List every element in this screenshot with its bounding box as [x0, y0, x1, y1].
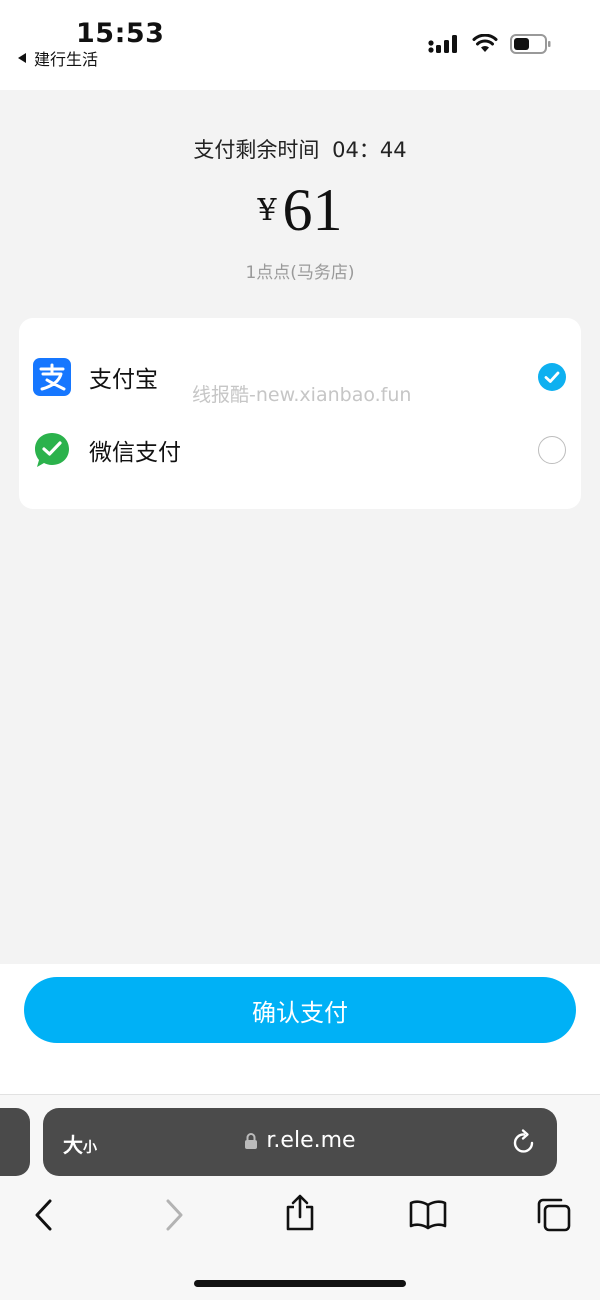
method-label: 微信支付: [89, 440, 181, 466]
merchant-name: 1点点(马务店): [245, 263, 355, 283]
wechat-pay-icon: [35, 433, 69, 467]
url-text: r.ele.me: [266, 1128, 356, 1153]
watermark: 线报酷-new.xianbao.fun: [192, 384, 412, 406]
countdown-label: 支付剩余时间: [193, 138, 320, 162]
status-bar: 15:53 建行生活: [0, 0, 600, 90]
tabs-icon[interactable]: [536, 1197, 572, 1233]
payment-methods-card: 支付宝 微信支付: [19, 318, 581, 509]
amount-value: 61: [282, 177, 343, 243]
lock-icon: [245, 1132, 258, 1149]
share-icon[interactable]: [282, 1193, 318, 1233]
action-area: 确认支付: [0, 964, 600, 1094]
status-time: 15:53: [76, 18, 165, 49]
home-indicator[interactable]: [194, 1280, 406, 1287]
back-arrow-icon: [18, 53, 26, 63]
confirm-payment-button[interactable]: 确认支付: [24, 977, 576, 1043]
back-icon[interactable]: [30, 1197, 58, 1233]
forward-icon[interactable]: [160, 1197, 188, 1233]
browser-chrome: 大小 r.ele.me: [0, 1094, 600, 1300]
alipay-icon: [33, 358, 71, 396]
method-label: 支付宝: [89, 367, 158, 393]
unselected-radio-icon[interactable]: [538, 436, 566, 464]
back-to-app-button[interactable]: 建行生活: [18, 46, 98, 70]
wifi-icon: [472, 34, 498, 52]
back-app-label: 建行生活: [34, 50, 99, 69]
reload-icon[interactable]: [511, 1128, 537, 1156]
payment-method-wechat[interactable]: 微信支付: [19, 420, 581, 480]
address-bar[interactable]: 大小 r.ele.me: [43, 1108, 557, 1176]
cellular-signal-icon: [428, 35, 457, 53]
currency-symbol: ¥: [257, 193, 277, 228]
payment-amount: ¥61: [0, 176, 600, 245]
bookmarks-icon[interactable]: [408, 1198, 448, 1230]
battery-icon: [510, 34, 551, 54]
url-display[interactable]: r.ele.me: [43, 1128, 557, 1153]
countdown-value: 04：44: [332, 138, 407, 162]
selected-check-icon[interactable]: [538, 363, 566, 391]
previous-tab-peek[interactable]: [0, 1108, 30, 1176]
status-icons: [428, 33, 552, 55]
payment-countdown: 支付剩余时间 04：44: [0, 134, 600, 164]
